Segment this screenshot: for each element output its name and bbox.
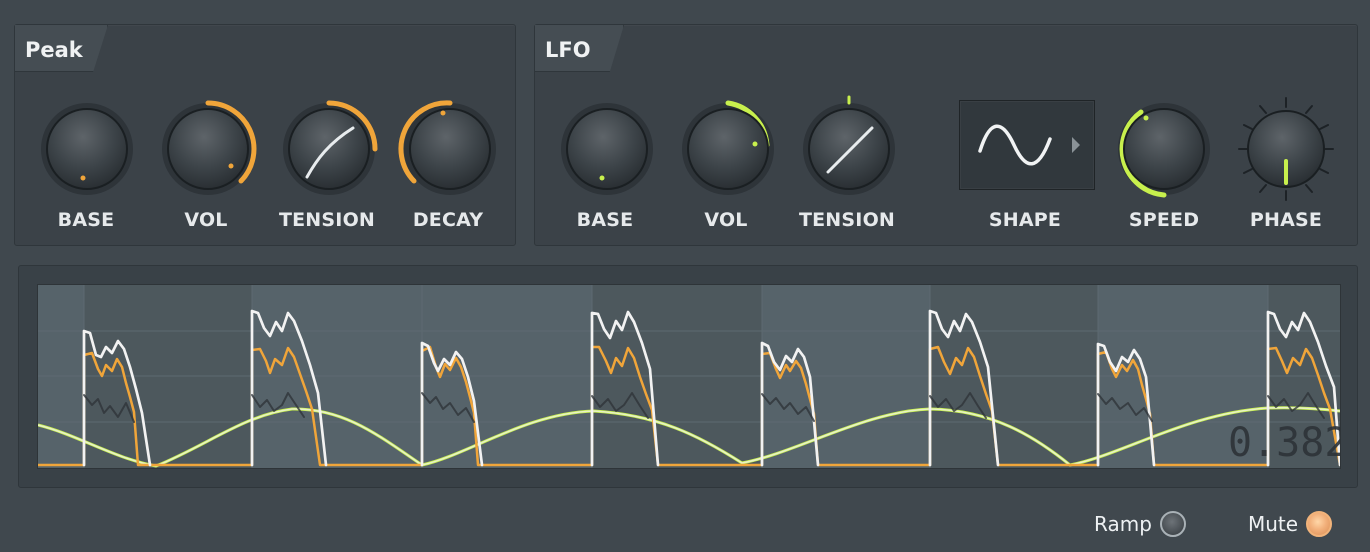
peak-title: Peak — [25, 38, 83, 62]
peak-base-label: BASE — [57, 209, 115, 231]
lfo-phase-knob[interactable] — [1232, 95, 1340, 203]
app-root: Peak BASE VOL TENSION DECAY LFO BASE VOL… — [0, 0, 1370, 552]
envelope-visualization: 0.382 — [38, 285, 1340, 468]
peak-tab[interactable]: Peak — [15, 25, 108, 72]
peak-tension-label: TENSION — [278, 209, 376, 231]
shape-label: SHAPE — [988, 209, 1062, 231]
lfo-base-knob[interactable] — [553, 95, 661, 203]
mute-control[interactable]: Mute — [1248, 507, 1333, 541]
graph-panel: 0.382 — [18, 265, 1358, 488]
peak-decay-label: DECAY — [412, 209, 484, 231]
shape-selector[interactable] — [959, 100, 1095, 190]
peak-vol-label: VOL — [184, 209, 228, 231]
peak-tension-knob[interactable] — [275, 95, 383, 203]
mute-radio[interactable] — [1306, 511, 1333, 537]
ramp-control[interactable]: Ramp — [1094, 507, 1186, 541]
lfo-speed-knob[interactable] — [1110, 95, 1218, 203]
lfo-speed-label: SPEED — [1128, 209, 1200, 231]
peak-vol-knob[interactable] — [154, 95, 262, 203]
lfo-vol-knob[interactable] — [674, 95, 782, 203]
lfo-vol-label: VOL — [704, 209, 748, 231]
lfo-panel: LFO BASE VOL TENSION SHAPE SPEED PHASE — [534, 24, 1358, 246]
lfo-tab[interactable]: LFO — [535, 25, 624, 72]
sine-wave-icon — [978, 124, 1080, 166]
peak-decay-knob[interactable] — [396, 95, 504, 203]
graph-value-label: 0.382 — [1228, 420, 1340, 466]
lfo-title: LFO — [545, 38, 591, 62]
lfo-tension-knob[interactable] — [795, 95, 903, 203]
lfo-base-label: BASE — [576, 209, 634, 231]
lfo-tension-label: TENSION — [798, 209, 896, 231]
peak-panel: Peak BASE VOL TENSION DECAY — [14, 24, 516, 246]
ramp-radio[interactable] — [1159, 511, 1186, 537]
peak-base-knob[interactable] — [33, 95, 141, 203]
mute-label: Mute — [1248, 512, 1299, 536]
lfo-phase-label: PHASE — [1249, 209, 1323, 231]
envelope-graph[interactable]: 0.382 — [37, 284, 1341, 469]
ramp-label: Ramp — [1094, 512, 1152, 536]
